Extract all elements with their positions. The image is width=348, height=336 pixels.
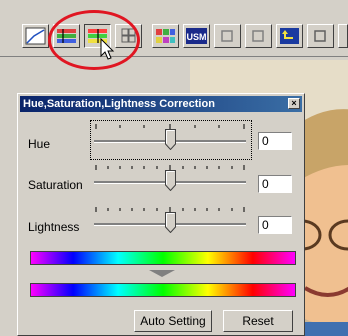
more-icon (314, 30, 326, 42)
variations-icon (156, 29, 175, 43)
snapshot-icon (221, 30, 233, 42)
lightness-value-field[interactable]: 0 (258, 216, 292, 234)
reset-button[interactable]: Reset (223, 310, 293, 332)
compare-button[interactable] (245, 24, 272, 48)
hue-slider-thumb[interactable] (164, 129, 176, 150)
auto-setting-button[interactable]: Auto Setting (134, 310, 212, 332)
dialog-title-bar[interactable]: Hue,Saturation,Lightness Correction × (20, 96, 302, 112)
left-panel (0, 57, 17, 336)
toolbar: USM (0, 0, 348, 57)
lightness-slider-thumb[interactable] (164, 212, 176, 233)
unsharp-mask-button[interactable]: USM (183, 24, 210, 48)
saturation-label: Saturation (28, 178, 83, 192)
selective-color-icon (121, 28, 136, 43)
tone-curve-icon (25, 27, 46, 45)
close-button[interactable]: × (288, 98, 300, 109)
arrow-down-icon (149, 270, 175, 277)
tone-curve-button[interactable] (22, 24, 49, 48)
hue-value-field[interactable]: 0 (258, 132, 292, 150)
adjusted-hue-spectrum (30, 283, 296, 297)
mouse-cursor-icon (100, 38, 115, 60)
selective-color-button[interactable] (115, 24, 142, 48)
hsl-correction-dialog: Hue,Saturation,Lightness Correction × Hu… (17, 93, 305, 336)
toolbar-overflow (338, 24, 348, 48)
saturation-value-field[interactable]: 0 (258, 175, 292, 193)
variations-button[interactable] (152, 24, 179, 48)
color-balance-button[interactable] (53, 24, 80, 48)
lightness-label: Lightness (28, 220, 80, 234)
undo-icon (280, 28, 299, 44)
compare-icon (252, 30, 264, 42)
original-hue-spectrum (30, 251, 296, 265)
saturation-slider[interactable] (94, 165, 246, 193)
lightness-slider[interactable] (94, 207, 246, 235)
undo-button[interactable] (276, 24, 303, 48)
color-balance-icon (57, 29, 76, 43)
app-window: USM Hue,Saturation,Lightness Correction … (0, 0, 348, 336)
close-icon: × (291, 98, 297, 108)
dialog-title: Hue,Saturation,Lightness Correction (23, 98, 215, 110)
more-button[interactable] (307, 24, 334, 48)
unsharp-mask-icon: USM (186, 28, 207, 44)
saturation-slider-thumb[interactable] (164, 170, 176, 191)
hue-label: Hue (28, 137, 51, 151)
usm-label: USM (187, 32, 207, 42)
snapshot-button[interactable] (214, 24, 241, 48)
hue-slider[interactable] (94, 124, 246, 152)
